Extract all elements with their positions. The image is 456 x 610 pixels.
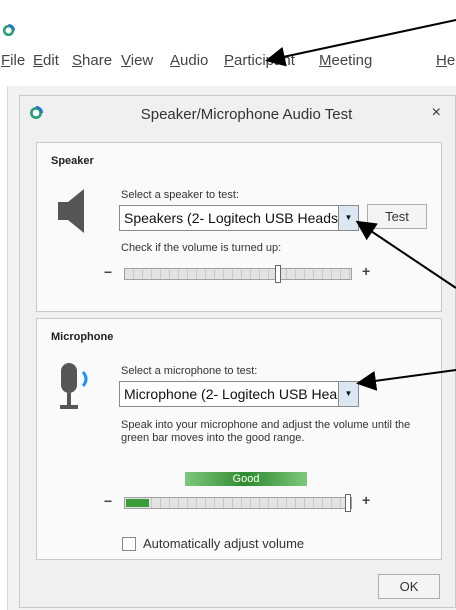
microphone-volume-slider[interactable] <box>124 494 352 512</box>
menu-audio[interactable]: Audio <box>170 52 208 69</box>
speaker-volume-slider[interactable] <box>124 265 352 283</box>
auto-adjust-checkbox[interactable] <box>122 537 136 551</box>
menu-view[interactable]: View <box>121 52 153 69</box>
speaker-select-label: Select a speaker to test: <box>121 189 240 201</box>
chevron-down-icon[interactable]: ▼ <box>338 206 358 230</box>
microphone-select-value: Microphone (2- Logitech USB Headset) <box>124 386 359 402</box>
speaker-select-value: Speakers (2- Logitech USB Headset) <box>124 210 355 226</box>
plus-icon: + <box>362 263 371 279</box>
auto-adjust-label: Automatically adjust volume <box>143 536 305 551</box>
microphone-select-label: Select a microphone to test: <box>121 365 258 377</box>
app-logo-icon <box>2 24 15 37</box>
minus-icon: − <box>104 493 113 509</box>
dialog-titlebar: Speaker/Microphone Audio Test × <box>20 96 455 133</box>
plus-icon: + <box>362 492 371 508</box>
minus-icon: − <box>104 264 113 280</box>
speaker-group-label: Speaker <box>51 155 94 167</box>
menu-meeting[interactable]: Meeting <box>319 52 372 69</box>
test-speaker-button[interactable]: Test <box>367 204 427 229</box>
speaker-select[interactable]: Speakers (2- Logitech USB Headset) ▼ <box>119 205 359 231</box>
microphone-select[interactable]: Microphone (2- Logitech USB Headset) ▼ <box>119 381 359 407</box>
app-titlebar <box>0 0 456 44</box>
speaker-volume-label: Check if the volume is turned up: <box>121 242 282 254</box>
menu-help[interactable]: He <box>436 52 455 69</box>
slider-thumb[interactable] <box>345 494 351 512</box>
microphone-group-label: Microphone <box>51 331 114 343</box>
chevron-down-icon[interactable]: ▼ <box>338 382 358 406</box>
good-range-indicator: Good <box>185 472 307 486</box>
microphone-instructions: Speak into your microphone and adjust th… <box>121 419 411 444</box>
microphone-group: Microphone Select a microphone to test: … <box>36 318 442 560</box>
close-icon[interactable]: × <box>432 104 441 122</box>
microphone-icon <box>60 363 88 409</box>
menu-file[interactable]: File <box>1 52 25 69</box>
menu-bar: File Edit Share View Audio Participant M… <box>0 52 456 74</box>
menu-share[interactable]: Share <box>72 52 112 69</box>
slider-thumb[interactable] <box>275 265 281 283</box>
ok-button[interactable]: OK <box>378 574 440 599</box>
audio-test-dialog: Speaker/Microphone Audio Test × Speaker … <box>19 95 456 608</box>
menu-edit[interactable]: Edit <box>33 52 59 69</box>
microphone-input-level <box>126 499 149 507</box>
menu-participant[interactable]: Participant <box>224 52 295 69</box>
speaker-icon <box>58 189 84 233</box>
dialog-title: Speaker/Microphone Audio Test <box>140 106 353 123</box>
speaker-group: Speaker Select a speaker to test: Speake… <box>36 142 442 312</box>
